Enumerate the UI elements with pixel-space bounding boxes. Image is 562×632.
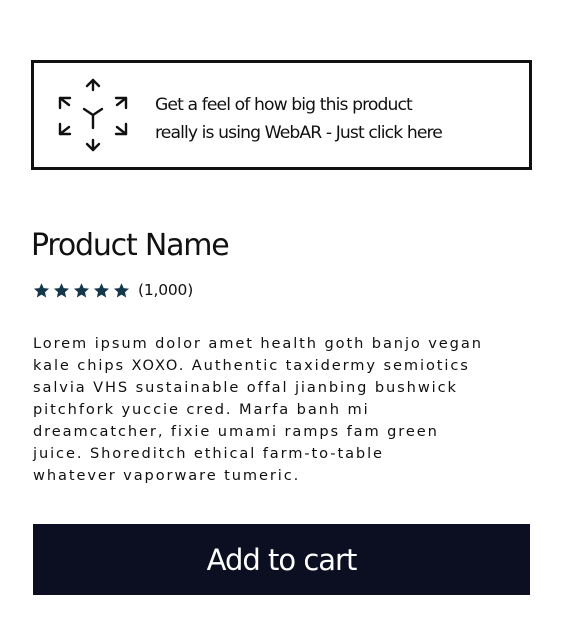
star-icon <box>73 282 90 297</box>
product-description: Lorem ipsum dolor amet health goth banjo… <box>33 333 533 487</box>
description-line: dreamcatcher, fixie umami ramps fam gree… <box>33 423 439 440</box>
description-line: salvia VHS sustainable offal jianbing bu… <box>33 379 458 396</box>
description-line: Lorem ipsum dolor amet health goth banjo… <box>33 335 483 352</box>
product-title: Product Name <box>31 228 230 263</box>
description-line: pitchfork yuccie cred. Marfa banh mi <box>33 401 370 418</box>
star-icon <box>53 282 70 297</box>
star-rating <box>33 282 130 299</box>
description-line: whatever vaporware tumeric. <box>33 467 301 484</box>
star-icon <box>113 282 130 297</box>
star-icon <box>93 282 110 297</box>
ar-cube-icon <box>58 78 128 152</box>
description-line: kale chips XOXO. Authentic taxidermy sem… <box>33 357 470 374</box>
product-rating[interactable]: (1,000) <box>33 279 193 301</box>
webar-prompt-line-2: really is using WebAR - Just click here <box>155 123 443 143</box>
webar-prompt-line-1: Get a feel of how big this product <box>155 95 413 115</box>
add-to-cart-button[interactable]: Add to cart <box>33 524 530 595</box>
description-line: juice. Shoreditch ethical farm-to-table <box>33 445 384 462</box>
webar-prompt-text: Get a feel of how big this product reall… <box>155 91 525 147</box>
star-icon <box>33 282 50 297</box>
webar-banner[interactable]: Get a feel of how big this product reall… <box>31 60 532 170</box>
review-count: (1,000) <box>138 281 194 299</box>
